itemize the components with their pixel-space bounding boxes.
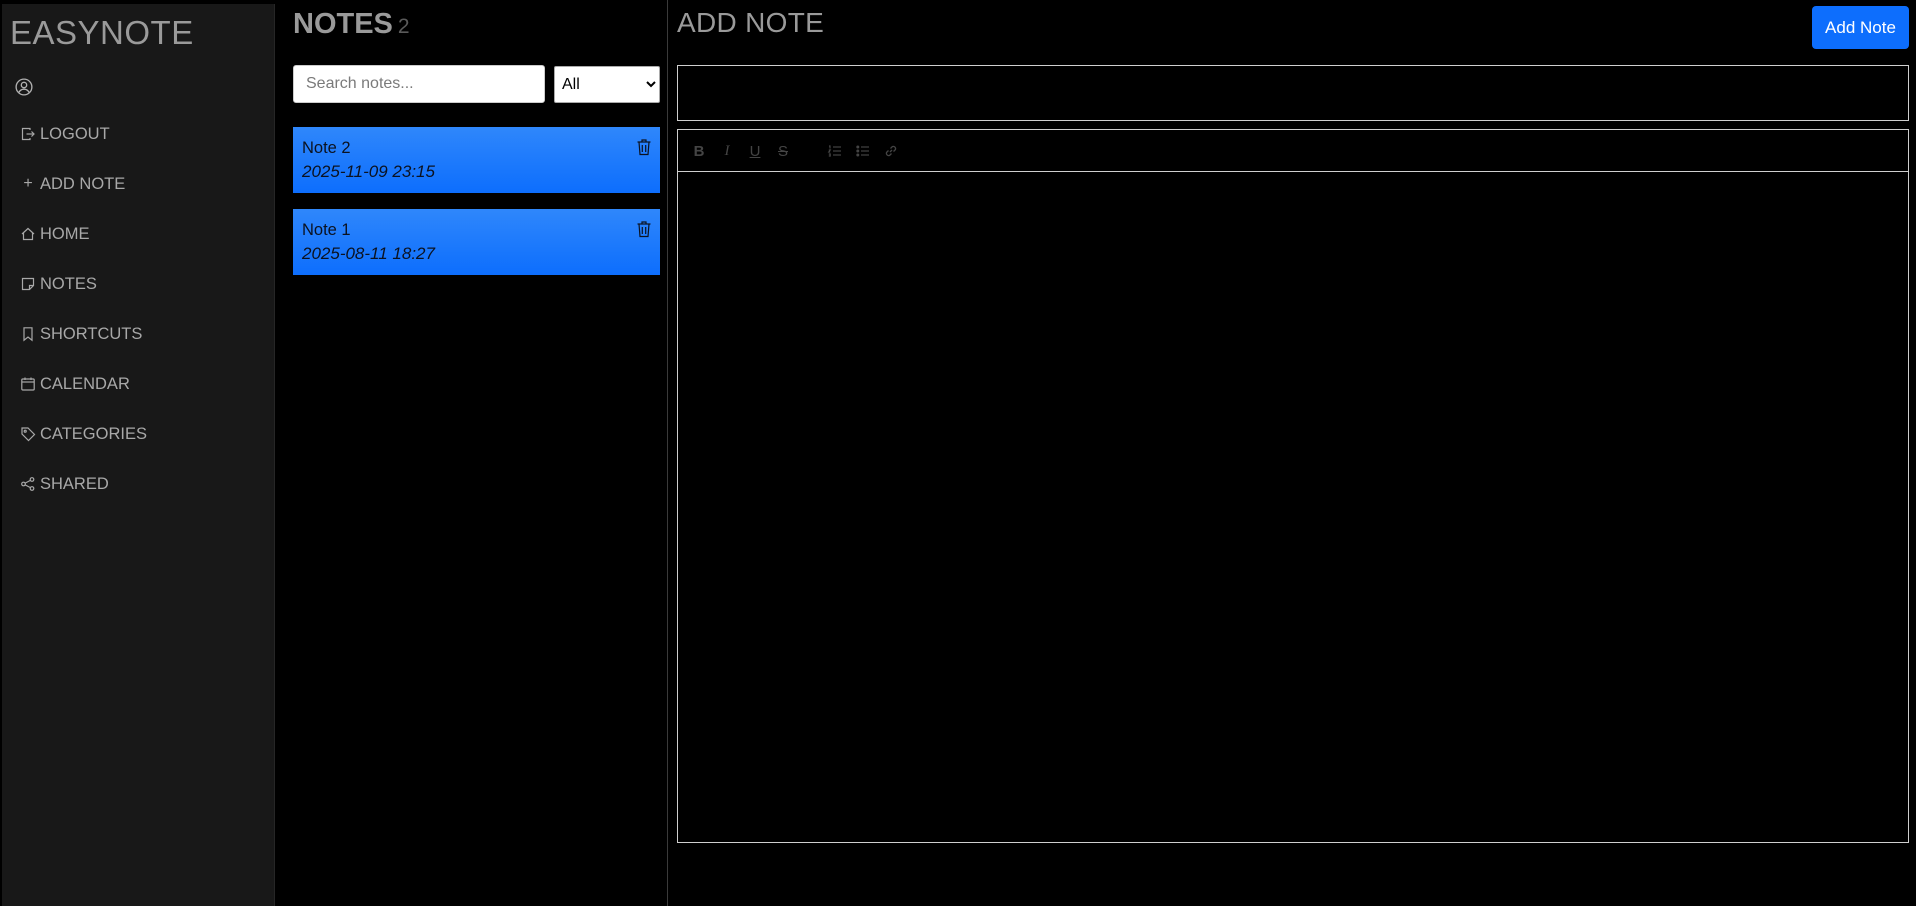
trash-icon[interactable] [636,138,652,156]
sidebar: EASYNOTE LOGOUT + ADD NOTE HOME NOTES SH… [2,4,275,906]
note-content-area[interactable] [678,172,1908,842]
sidebar-item-home[interactable]: HOME [20,221,90,247]
sidebar-item-label: HOME [40,224,90,243]
editor-heading: ADD NOTE [677,7,825,38]
tag-icon [21,427,36,442]
note-title: Note 1 [302,221,351,239]
italic-button[interactable]: I [716,140,738,162]
rich-text-editor: B I U S [677,129,1909,843]
calendar-icon [21,377,35,391]
category-filter-select[interactable]: All [554,66,660,103]
note-title-field[interactable] [677,65,1909,121]
bullet-list-icon [856,145,869,157]
underline-icon: U [749,142,761,160]
logout-icon [21,127,35,141]
sidebar-item-add-note[interactable]: + ADD NOTE [20,171,125,197]
share-icon [21,477,35,491]
sidebar-item-label: SHORTCUTS [40,324,143,343]
user-avatar-icon[interactable] [15,78,33,96]
note-list-item[interactable]: Note 2 2025-11-09 23:15 [293,127,660,193]
sidebar-item-label: CALENDAR [40,374,130,393]
underline-button[interactable]: U [744,140,766,162]
notes-panel: NOTES2 All Note 2 2025-11-09 23:15 Note … [276,0,668,906]
add-note-button[interactable]: Add Note [1812,6,1909,49]
bookmark-icon [23,327,33,342]
sidebar-item-logout[interactable]: LOGOUT [20,121,110,147]
note-title: Note 2 [302,139,351,157]
link-icon [885,145,897,157]
bold-button[interactable]: B [688,140,710,162]
sidebar-item-label: CATEGORIES [40,424,147,443]
sticky-note-icon [21,277,35,291]
sidebar-item-label: ADD NOTE [40,174,126,193]
home-icon [21,227,35,241]
bold-icon: B [693,142,705,160]
sidebar-item-label: SHARED [40,474,109,493]
strike-button[interactable]: S [772,140,794,162]
trash-icon[interactable] [636,220,652,238]
ordered-list-button[interactable] [824,140,846,162]
search-input[interactable] [293,65,545,103]
bullet-list-button[interactable] [852,140,874,162]
notes-title: NOTES [293,8,393,40]
brand-logo: EASYNOTE [10,14,194,51]
note-date: 2025-08-11 18:27 [302,244,435,263]
plus-icon: + [23,175,33,192]
italic-icon: I [724,142,730,159]
sidebar-item-calendar[interactable]: CALENDAR [20,371,130,397]
sidebar-item-notes[interactable]: NOTES [20,271,97,297]
sidebar-item-label: LOGOUT [40,124,110,143]
sidebar-item-shortcuts[interactable]: SHORTCUTS [20,321,142,347]
strike-icon: S [777,142,788,160]
editor-toolbar: B I U S [678,130,1908,172]
note-date: 2025-11-09 23:15 [302,162,435,181]
sidebar-item-shared[interactable]: SHARED [20,471,109,497]
sidebar-item-categories[interactable]: CATEGORIES [20,421,147,447]
notes-count-badge: 2 [397,15,410,38]
note-list-item[interactable]: Note 1 2025-08-11 18:27 [293,209,660,275]
notes-heading: NOTES 2 [293,8,410,41]
app-root: EASYNOTE LOGOUT + ADD NOTE HOME NOTES SH… [0,0,1916,906]
link-button[interactable] [880,140,902,162]
sidebar-item-label: NOTES [40,274,97,293]
ordered-list-icon [827,145,841,157]
